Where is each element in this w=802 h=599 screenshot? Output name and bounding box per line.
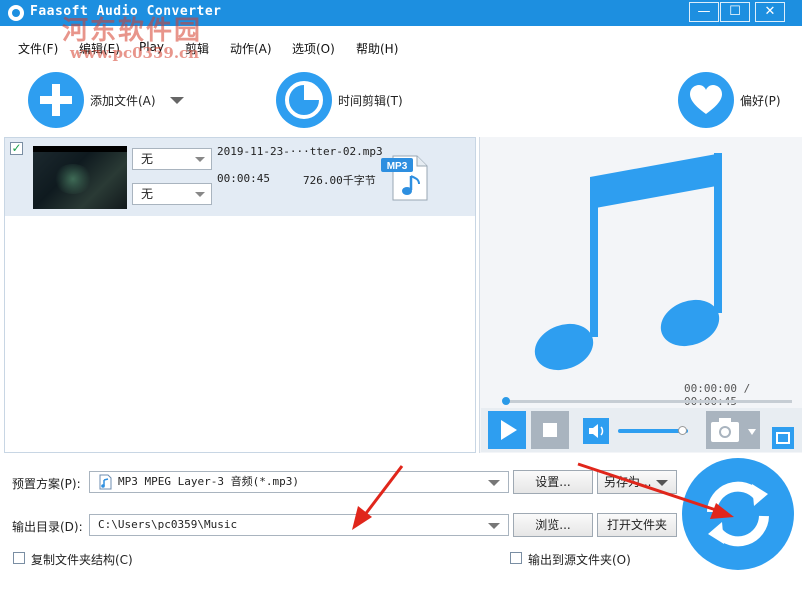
progress-knob[interactable] xyxy=(502,397,510,405)
plus-icon xyxy=(28,72,84,128)
save-as-label: 另存为... xyxy=(604,475,652,489)
chevron-down-icon xyxy=(195,157,205,162)
preset-value: MP3 MPEG Layer-3 音频(*.mp3) xyxy=(118,475,299,488)
list-item[interactable]: ✓ 无 无 2019-11-23-···tter-02.mp3 00:00:45… xyxy=(5,138,475,216)
play-button[interactable] xyxy=(488,411,526,449)
output-to-source-label: 输出到源文件夹(O) xyxy=(528,553,631,567)
audio-file-icon xyxy=(99,474,112,490)
copy-structure-label: 复制文件夹结构(C) xyxy=(31,553,133,567)
snapshot-button[interactable] xyxy=(706,411,760,449)
music-note-icon xyxy=(534,153,722,371)
maximize-button[interactable]: ☐ xyxy=(720,2,750,22)
playback-progress-bar[interactable] xyxy=(506,400,792,403)
file-checkbox[interactable]: ✓ xyxy=(10,142,23,155)
minimize-button[interactable]: — xyxy=(689,2,719,22)
video-thumbnail xyxy=(33,146,127,209)
save-as-button[interactable]: 另存为... xyxy=(597,470,677,494)
stop-button[interactable] xyxy=(531,411,569,449)
speaker-icon xyxy=(589,424,604,438)
camera-icon xyxy=(711,418,756,442)
watermark-url: www.pc0359.cn xyxy=(70,44,200,62)
file-size: 726.00千字节 xyxy=(303,174,376,187)
stop-icon xyxy=(543,423,557,437)
audio-track-select[interactable]: 无 xyxy=(132,148,212,170)
time-readout: 00:00:00 / 00:00:45 xyxy=(684,382,802,408)
add-file-label: 添加文件(A) xyxy=(90,93,156,108)
play-icon xyxy=(501,420,517,440)
close-button[interactable]: ✕ xyxy=(755,2,785,22)
menu-action[interactable]: 动作(A) xyxy=(230,40,272,57)
browse-button[interactable]: 浏览... xyxy=(513,513,593,537)
file-list[interactable]: ✓ 无 无 2019-11-23-···tter-02.mp3 00:00:45… xyxy=(4,137,476,453)
chevron-down-icon xyxy=(195,192,205,197)
preferences-label: 偏好(P) xyxy=(740,93,781,108)
subtitle-value: 无 xyxy=(141,187,154,201)
output-to-source-checkbox[interactable] xyxy=(510,552,522,564)
mp3-badge-text: MP3 xyxy=(387,161,408,172)
trim-button[interactable]: 时间剪辑(T) xyxy=(276,72,403,128)
copy-structure-checkbox[interactable] xyxy=(13,552,25,564)
preset-select[interactable]: MP3 MPEG Layer-3 音频(*.mp3) xyxy=(89,471,509,493)
file-name: 2019-11-23-···tter-02.mp3 xyxy=(217,145,383,158)
chevron-down-icon xyxy=(488,480,500,486)
settings-button[interactable]: 设置... xyxy=(513,470,593,494)
chevron-down-icon xyxy=(488,523,500,529)
subtitle-select[interactable]: 无 xyxy=(132,183,212,205)
audio-track-value: 无 xyxy=(141,152,154,166)
refresh-icon xyxy=(707,481,769,547)
file-duration: 00:00:45 xyxy=(217,172,270,185)
add-file-button[interactable]: 添加文件(A) xyxy=(28,72,184,128)
output-dir-select[interactable]: C:\Users\pc0359\Music xyxy=(89,514,509,536)
preset-label: 预置方案(P): xyxy=(12,477,81,491)
window-title: Faasoft Audio Converter xyxy=(30,4,222,19)
time-separator: / xyxy=(736,382,751,395)
convert-button[interactable] xyxy=(682,458,794,570)
menu-options[interactable]: 选项(O) xyxy=(292,40,335,57)
volume-knob[interactable] xyxy=(678,426,687,435)
current-time: 00:00:00 xyxy=(684,382,737,395)
heart-icon xyxy=(678,72,734,128)
toolbar: 添加文件(A) 时间剪辑(T) 偏好(P) xyxy=(0,66,802,136)
mute-button[interactable] xyxy=(583,418,609,444)
output-label: 输出目录(D): xyxy=(12,520,83,534)
fullscreen-button[interactable] xyxy=(772,427,794,449)
title-bar: Faasoft Audio Converter — ☐ ✕ xyxy=(0,0,802,26)
chevron-down-icon xyxy=(656,480,668,486)
pie-clock-icon xyxy=(276,72,332,128)
open-folder-button[interactable]: 打开文件夹 xyxy=(597,513,677,537)
app-logo-icon xyxy=(8,5,24,21)
menu-help[interactable]: 帮助(H) xyxy=(356,40,398,57)
preferences-button[interactable]: 偏好(P) xyxy=(678,72,781,128)
trim-label: 时间剪辑(T) xyxy=(338,93,403,108)
output-dir-value: C:\Users\pc0359\Music xyxy=(98,518,238,531)
add-file-dropdown-icon[interactable] xyxy=(169,96,184,104)
menu-file[interactable]: 文件(F) xyxy=(18,40,58,57)
mp3-file-icon: MP3 xyxy=(381,154,431,202)
fullscreen-icon xyxy=(776,432,790,444)
